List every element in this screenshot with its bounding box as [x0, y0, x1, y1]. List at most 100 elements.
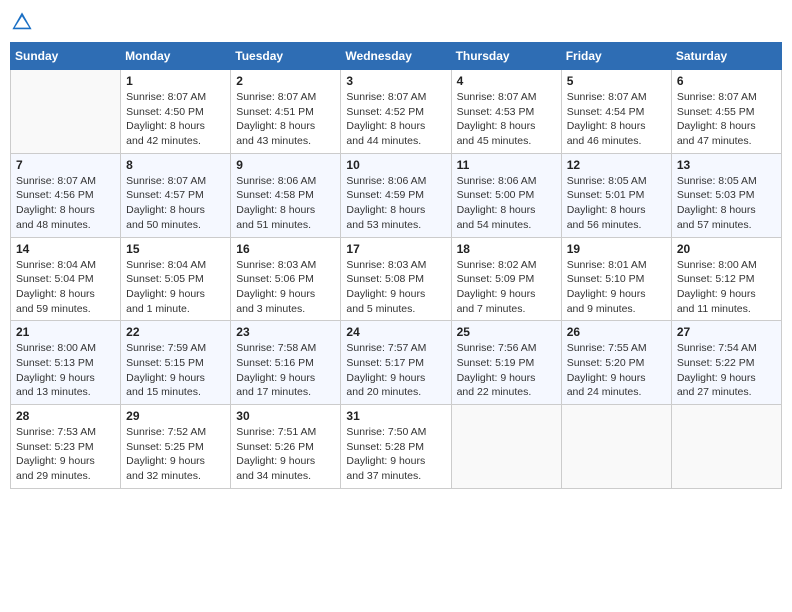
- day-info: Sunrise: 8:07 AMSunset: 4:50 PMDaylight:…: [126, 90, 225, 149]
- day-number: 13: [677, 158, 776, 172]
- calendar-cell: 26Sunrise: 7:55 AMSunset: 5:20 PMDayligh…: [561, 321, 671, 405]
- calendar-week-row: 14 Sunrise: 8:04 AMSunset: 5:04 PMDayligh…: [11, 237, 782, 321]
- calendar-cell: 13 Sunrise: 8:05 AMSunset: 5:03 PMDayligh…: [671, 153, 781, 237]
- day-number: 26: [567, 325, 666, 339]
- calendar-cell: 29 Sunrise: 7:52 AMSunset: 5:25 PMDayligh…: [121, 405, 231, 489]
- day-info: Sunrise: 7:57 AMSunset: 5:17 PMDaylight:…: [346, 341, 445, 400]
- day-info: Sunrise: 7:59 AMSunset: 5:15 PMDaylight:…: [126, 341, 225, 400]
- calendar-cell: [451, 405, 561, 489]
- day-number: 3: [346, 74, 445, 88]
- day-number: 2: [236, 74, 335, 88]
- calendar-cell: 10 Sunrise: 8:06 AMSunset: 4:59 PMDayligh…: [341, 153, 451, 237]
- day-number: 18: [457, 242, 556, 256]
- day-info: Sunrise: 8:07 AMSunset: 4:53 PMDaylight:…: [457, 90, 556, 149]
- day-info: Sunrise: 8:07 AMSunset: 4:56 PMDaylight:…: [16, 174, 115, 233]
- calendar-cell: 17 Sunrise: 8:03 AMSunset: 5:08 PMDayligh…: [341, 237, 451, 321]
- calendar-cell: 12 Sunrise: 8:05 AMSunset: 5:01 PMDayligh…: [561, 153, 671, 237]
- day-number: 11: [457, 158, 556, 172]
- day-number: 30: [236, 409, 335, 423]
- day-number: 31: [346, 409, 445, 423]
- calendar-cell: [11, 70, 121, 154]
- day-number: 19: [567, 242, 666, 256]
- day-info: Sunrise: 8:06 AMSunset: 5:00 PMDaylight:…: [457, 174, 556, 233]
- calendar-cell: 16Sunrise: 8:03 AMSunset: 5:06 PMDayligh…: [231, 237, 341, 321]
- calendar-cell: 3 Sunrise: 8:07 AMSunset: 4:52 PMDaylight…: [341, 70, 451, 154]
- weekday-header-row: SundayMondayTuesdayWednesdayThursdayFrid…: [11, 43, 782, 70]
- calendar-cell: 20Sunrise: 8:00 AMSunset: 5:12 PMDayligh…: [671, 237, 781, 321]
- day-info: Sunrise: 8:07 AMSunset: 4:52 PMDaylight:…: [346, 90, 445, 149]
- day-number: 9: [236, 158, 335, 172]
- day-info: Sunrise: 8:07 AMSunset: 4:51 PMDaylight:…: [236, 90, 335, 149]
- day-number: 25: [457, 325, 556, 339]
- calendar-cell: 14 Sunrise: 8:04 AMSunset: 5:04 PMDayligh…: [11, 237, 121, 321]
- day-number: 21: [16, 325, 115, 339]
- calendar-cell: 8 Sunrise: 8:07 AMSunset: 4:57 PMDaylight…: [121, 153, 231, 237]
- day-info: Sunrise: 8:06 AMSunset: 4:59 PMDaylight:…: [346, 174, 445, 233]
- header: [10, 10, 782, 34]
- calendar-cell: 6 Sunrise: 8:07 AMSunset: 4:55 PMDaylight…: [671, 70, 781, 154]
- weekday-header: Thursday: [451, 43, 561, 70]
- calendar-cell: 9 Sunrise: 8:06 AMSunset: 4:58 PMDaylight…: [231, 153, 341, 237]
- weekday-header: Wednesday: [341, 43, 451, 70]
- day-number: 12: [567, 158, 666, 172]
- weekday-header: Friday: [561, 43, 671, 70]
- day-info: Sunrise: 8:00 AMSunset: 5:13 PMDaylight:…: [16, 341, 115, 400]
- day-info: Sunrise: 8:03 AMSunset: 5:08 PMDaylight:…: [346, 258, 445, 317]
- day-number: 20: [677, 242, 776, 256]
- day-number: 5: [567, 74, 666, 88]
- calendar-cell: 19 Sunrise: 8:01 AMSunset: 5:10 PMDayligh…: [561, 237, 671, 321]
- day-number: 15: [126, 242, 225, 256]
- calendar-cell: 7Sunrise: 8:07 AMSunset: 4:56 PMDaylight…: [11, 153, 121, 237]
- day-info: Sunrise: 7:53 AMSunset: 5:23 PMDaylight:…: [16, 425, 115, 484]
- day-number: 4: [457, 74, 556, 88]
- weekday-header: Saturday: [671, 43, 781, 70]
- day-number: 6: [677, 74, 776, 88]
- day-number: 28: [16, 409, 115, 423]
- calendar-cell: 23 Sunrise: 7:58 AMSunset: 5:16 PMDayligh…: [231, 321, 341, 405]
- calendar-cell: 21 Sunrise: 8:00 AMSunset: 5:13 PMDayligh…: [11, 321, 121, 405]
- day-info: Sunrise: 8:02 AMSunset: 5:09 PMDaylight:…: [457, 258, 556, 317]
- day-number: 22: [126, 325, 225, 339]
- weekday-header: Tuesday: [231, 43, 341, 70]
- day-number: 8: [126, 158, 225, 172]
- day-number: 14: [16, 242, 115, 256]
- day-info: Sunrise: 8:01 AMSunset: 5:10 PMDaylight:…: [567, 258, 666, 317]
- day-info: Sunrise: 7:58 AMSunset: 5:16 PMDaylight:…: [236, 341, 335, 400]
- day-info: Sunrise: 7:54 AMSunset: 5:22 PMDaylight:…: [677, 341, 776, 400]
- day-info: Sunrise: 7:52 AMSunset: 5:25 PMDaylight:…: [126, 425, 225, 484]
- day-number: 23: [236, 325, 335, 339]
- weekday-header: Monday: [121, 43, 231, 70]
- day-info: Sunrise: 8:07 AMSunset: 4:57 PMDaylight:…: [126, 174, 225, 233]
- calendar-cell: 1Sunrise: 8:07 AMSunset: 4:50 PMDaylight…: [121, 70, 231, 154]
- calendar-cell: 11 Sunrise: 8:06 AMSunset: 5:00 PMDayligh…: [451, 153, 561, 237]
- day-info: Sunrise: 8:07 AMSunset: 4:55 PMDaylight:…: [677, 90, 776, 149]
- day-number: 27: [677, 325, 776, 339]
- day-number: 29: [126, 409, 225, 423]
- day-info: Sunrise: 8:07 AMSunset: 4:54 PMDaylight:…: [567, 90, 666, 149]
- day-info: Sunrise: 8:04 AMSunset: 5:05 PMDaylight:…: [126, 258, 225, 317]
- calendar-cell: 28 Sunrise: 7:53 AMSunset: 5:23 PMDayligh…: [11, 405, 121, 489]
- calendar-cell: [561, 405, 671, 489]
- calendar-cell: 27 Sunrise: 7:54 AMSunset: 5:22 PMDayligh…: [671, 321, 781, 405]
- calendar-cell: 22 Sunrise: 7:59 AMSunset: 5:15 PMDayligh…: [121, 321, 231, 405]
- day-info: Sunrise: 8:06 AMSunset: 4:58 PMDaylight:…: [236, 174, 335, 233]
- calendar-week-row: 21 Sunrise: 8:00 AMSunset: 5:13 PMDayligh…: [11, 321, 782, 405]
- day-number: 16: [236, 242, 335, 256]
- calendar-cell: 24 Sunrise: 7:57 AMSunset: 5:17 PMDayligh…: [341, 321, 451, 405]
- day-info: Sunrise: 8:05 AMSunset: 5:03 PMDaylight:…: [677, 174, 776, 233]
- day-number: 17: [346, 242, 445, 256]
- calendar-cell: 31 Sunrise: 7:50 AMSunset: 5:28 PMDayligh…: [341, 405, 451, 489]
- day-info: Sunrise: 8:05 AMSunset: 5:01 PMDaylight:…: [567, 174, 666, 233]
- weekday-header: Sunday: [11, 43, 121, 70]
- calendar-week-row: 1Sunrise: 8:07 AMSunset: 4:50 PMDaylight…: [11, 70, 782, 154]
- calendar-cell: 30Sunrise: 7:51 AMSunset: 5:26 PMDayligh…: [231, 405, 341, 489]
- calendar-cell: 5 Sunrise: 8:07 AMSunset: 4:54 PMDaylight…: [561, 70, 671, 154]
- calendar-cell: [671, 405, 781, 489]
- day-number: 10: [346, 158, 445, 172]
- calendar-cell: 18 Sunrise: 8:02 AMSunset: 5:09 PMDayligh…: [451, 237, 561, 321]
- day-number: 24: [346, 325, 445, 339]
- day-info: Sunrise: 7:50 AMSunset: 5:28 PMDaylight:…: [346, 425, 445, 484]
- day-info: Sunrise: 8:04 AMSunset: 5:04 PMDaylight:…: [16, 258, 115, 317]
- calendar-table: SundayMondayTuesdayWednesdayThursdayFrid…: [10, 42, 782, 489]
- calendar-cell: 2 Sunrise: 8:07 AMSunset: 4:51 PMDaylight…: [231, 70, 341, 154]
